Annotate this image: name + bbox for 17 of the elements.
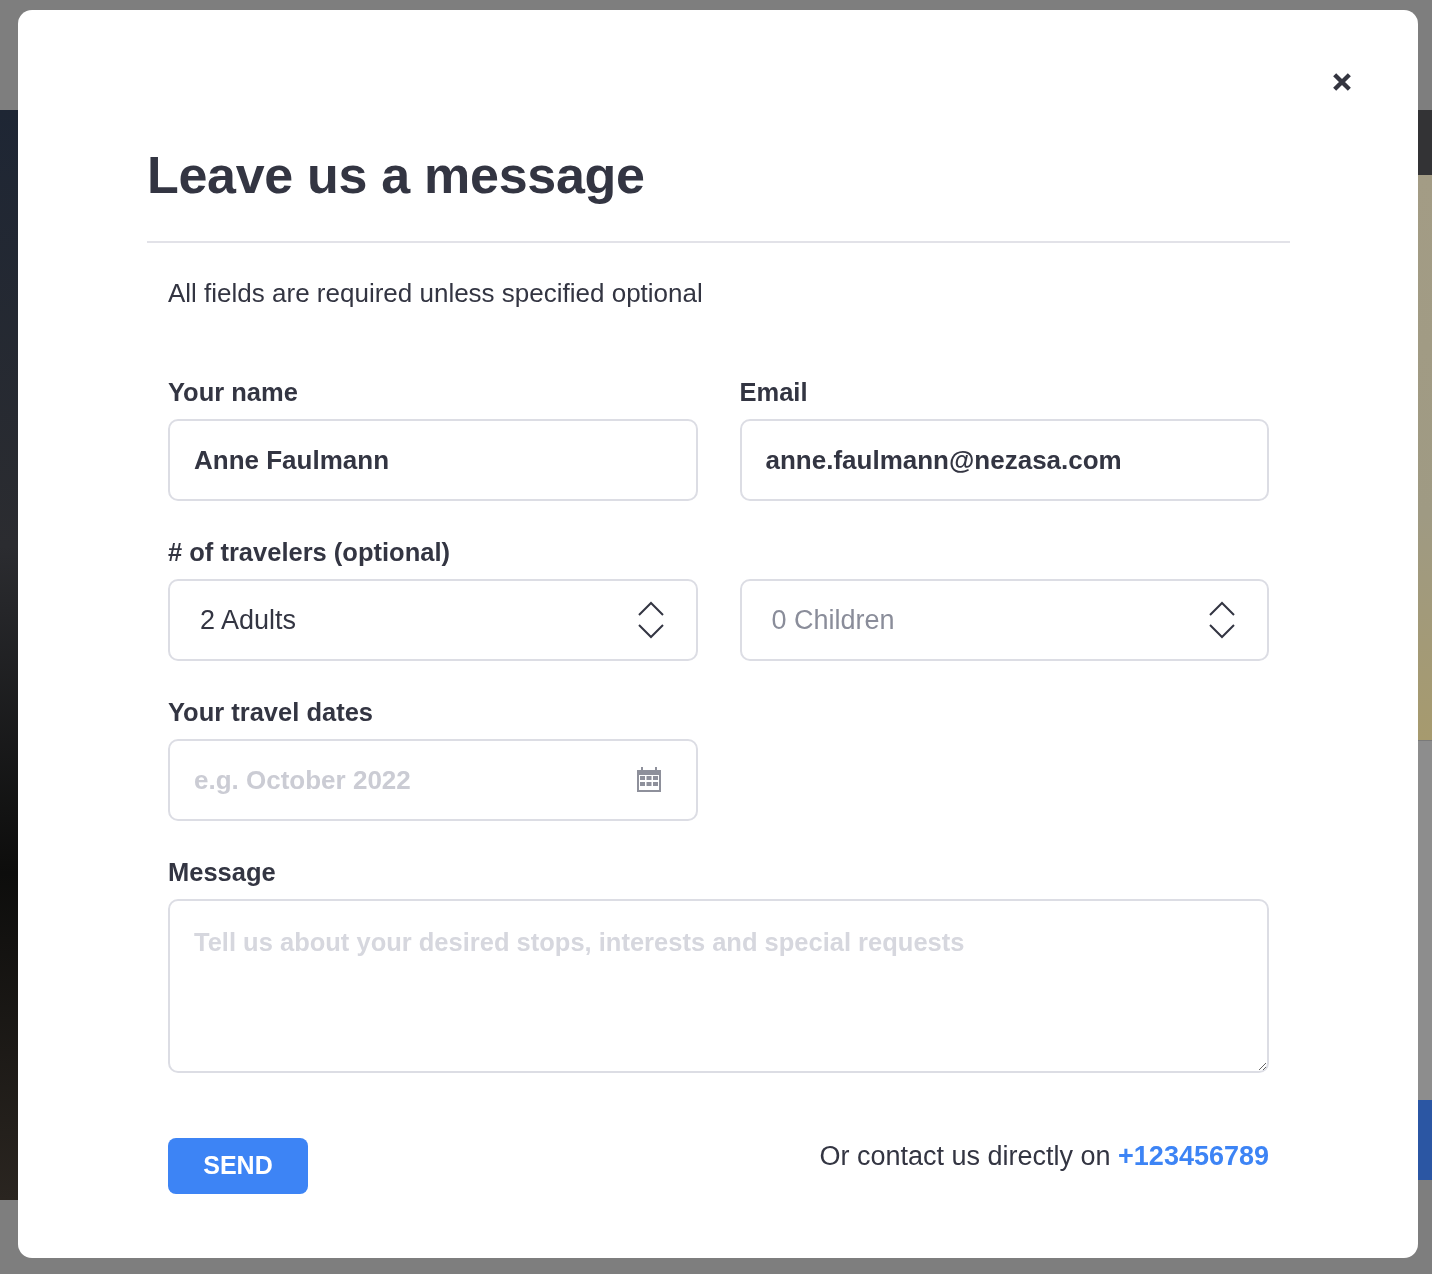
- phone-link[interactable]: +123456789: [1118, 1141, 1269, 1171]
- form-note: All fields are required unless specified optional: [168, 278, 704, 308]
- email-field[interactable]: anne.faulmann@nezasa.com: [739, 419, 1269, 501]
- contact-text: Or contact us directly on +123456789: [819, 1141, 1269, 1171]
- send-button[interactable]: SEND: [168, 1138, 308, 1194]
- field-label: Your name: [168, 377, 299, 407]
- calendar-icon: [635, 767, 662, 793]
- up-down-chevron-icon: [1209, 600, 1235, 640]
- up-down-chevron-icon: [637, 600, 664, 640]
- field-label: Your travel dates: [168, 697, 375, 727]
- field-label: # of travelers (optional): [168, 537, 451, 567]
- name-field[interactable]: Anne Faulmann: [168, 419, 698, 501]
- field-label: Message: [168, 857, 277, 887]
- header-bar: [1418, 110, 1432, 175]
- select-field[interactable]: 2 Adults: [168, 579, 698, 661]
- dialog-title: Leave us a message: [147, 145, 646, 206]
- field-label: Email: [739, 377, 809, 407]
